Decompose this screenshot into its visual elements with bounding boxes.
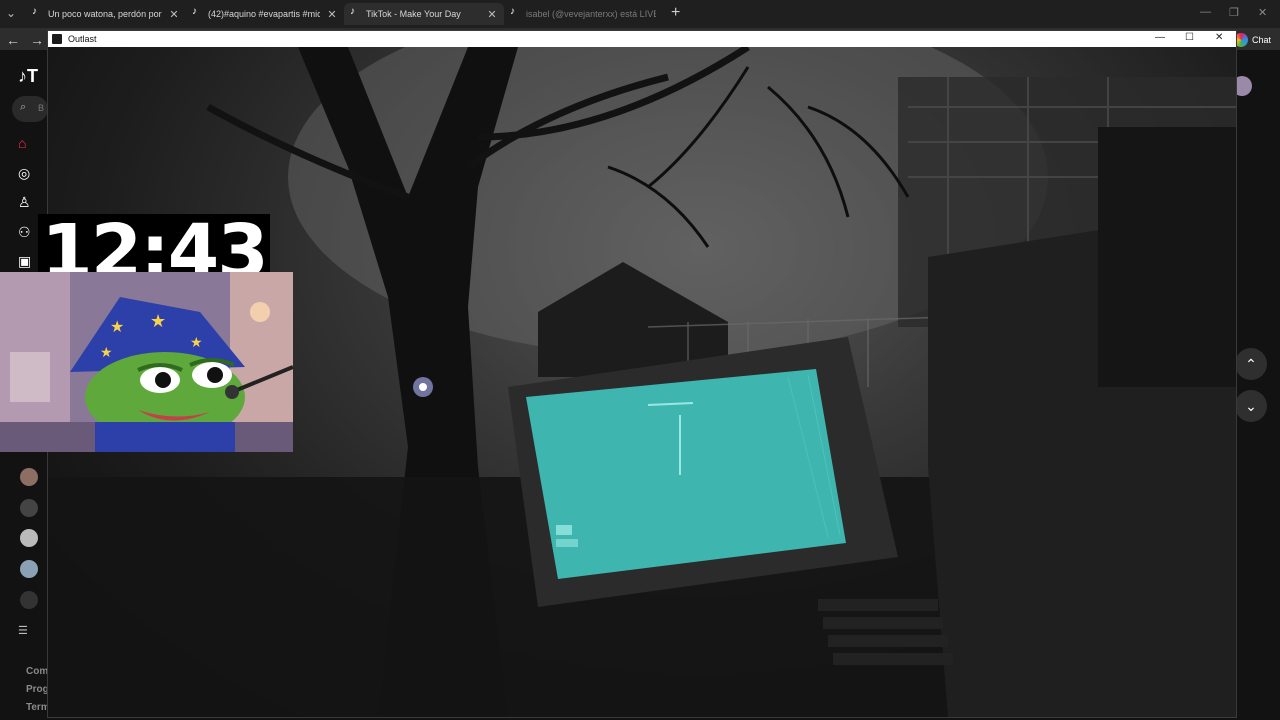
tab-1[interactable]: Un poco watona, perdón por las e ✕ (26, 3, 186, 25)
close-tab-icon[interactable]: ✕ (486, 8, 498, 21)
tab-title: (42)#aquino #evapartis #mictia00 (208, 9, 320, 19)
footer-link[interactable]: Prog (26, 684, 49, 695)
browser-restore-icon[interactable]: ❐ (1229, 6, 1239, 19)
back-arrow-icon[interactable]: ← (6, 32, 20, 48)
game-window-titlebar[interactable]: Outlast — ☐ ✕ (48, 31, 1236, 47)
explore-icon[interactable]: ◎ (18, 165, 36, 183)
tiktok-logo-text: T (27, 66, 38, 86)
svg-text:★: ★ (100, 345, 113, 361)
game-maximize-button[interactable]: ☐ (1185, 32, 1194, 43)
tab-title: Un poco watona, perdón por las e (48, 9, 162, 19)
tab-title: isabel (@vevejanterxx) está LIVE: | (526, 9, 656, 19)
avatar[interactable] (20, 591, 38, 609)
browser-minimize-icon[interactable]: — (1200, 6, 1211, 18)
live-icon[interactable]: ▣ (18, 253, 36, 271)
streamer-avatar-overlay: ★ ★ ★ ★ (0, 272, 293, 452)
svg-text:★: ★ (150, 311, 166, 332)
game-close-button[interactable]: ✕ (1215, 32, 1223, 43)
game-window-title: Outlast (68, 34, 97, 44)
tiktok-favicon-icon (32, 6, 42, 19)
following-icon[interactable]: ♙ (18, 194, 36, 212)
search-placeholder: B (38, 103, 45, 113)
svg-text:★: ★ (190, 335, 203, 351)
tiktok-logo[interactable]: ♪T (18, 66, 38, 87)
tab-title: TikTok - Make Your Day (366, 9, 461, 19)
browser-close-icon[interactable]: ✕ (1258, 6, 1267, 19)
tab-2[interactable]: (42)#aquino #evapartis #mictia00 ✕ (186, 3, 344, 25)
outlast-app-icon (52, 34, 62, 44)
search-icon: ⌕ (20, 101, 27, 113)
list-icon[interactable]: ☰ (18, 624, 36, 642)
pepe-wizard-illustration: ★ ★ ★ ★ (0, 272, 293, 452)
tiktok-favicon-icon (510, 6, 520, 19)
previous-video-button[interactable]: ⌃ (1235, 348, 1267, 380)
close-tab-icon[interactable]: ✕ (168, 8, 180, 21)
tab-search-chevron-icon[interactable]: ⌄ (6, 6, 16, 20)
tiktok-favicon-icon (350, 6, 360, 19)
close-tab-icon[interactable]: ✕ (326, 8, 338, 21)
chat-label: Chat (1252, 35, 1272, 45)
avatar[interactable] (20, 529, 38, 547)
home-icon[interactable]: ⌂ (18, 135, 36, 153)
tab-3-active[interactable]: TikTok - Make Your Day ✕ (344, 3, 504, 25)
friends-icon[interactable]: ⚇ (18, 224, 36, 242)
forward-arrow-icon[interactable]: → (30, 32, 44, 48)
tiktok-search-input[interactable]: ⌕ B (12, 96, 48, 122)
new-tab-button[interactable]: + (671, 4, 680, 22)
chat-button[interactable]: Chat (1234, 30, 1271, 50)
next-video-button[interactable]: ⌄ (1235, 390, 1267, 422)
game-minimize-button[interactable]: — (1155, 32, 1165, 43)
tab-4[interactable]: isabel (@vevejanterxx) está LIVE: | (504, 3, 662, 25)
avatar[interactable] (20, 560, 38, 578)
svg-text:★: ★ (110, 317, 124, 336)
tiktok-favicon-icon (192, 6, 202, 19)
avatar[interactable] (20, 499, 38, 517)
avatar[interactable] (20, 468, 38, 486)
browser-tab-strip: ⌄ Un poco watona, perdón por las e ✕ (42… (0, 0, 1280, 28)
footer-link[interactable]: Com (26, 666, 48, 677)
